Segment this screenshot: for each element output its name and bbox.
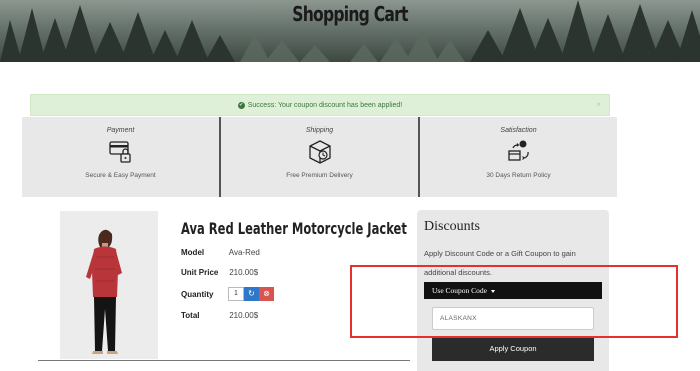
product-model-row: Model Ava-Red	[181, 248, 260, 257]
feature-satisfaction: Satisfaction 30 Days Return Policy	[418, 117, 617, 197]
model-jacket-photo	[60, 211, 158, 359]
feature-payment: Payment Secure & Easy Payment	[22, 117, 219, 197]
model-value: Ava-Red	[228, 248, 260, 257]
product-total-row: Total 210.00$	[181, 311, 258, 320]
feature-description: 30 Days Return Policy	[486, 172, 551, 179]
product-quantity-row: Quantity	[181, 290, 227, 299]
remove-item-button[interactable]: ⊗	[259, 287, 274, 301]
success-alert: ✔ Success: Your coupon discount has been…	[30, 94, 610, 116]
page-banner: Shopping Cart	[0, 0, 700, 62]
divider	[38, 360, 410, 361]
remove-icon: ⊗	[263, 289, 270, 298]
update-quantity-button[interactable]: ↻	[244, 287, 259, 301]
feature-description: Secure & Easy Payment	[85, 172, 156, 179]
feature-title: Satisfaction	[500, 127, 537, 134]
quantity-control: 1 ↻ ⊗	[228, 287, 274, 301]
close-icon[interactable]: ×	[596, 100, 601, 109]
features-strip: Payment Secure & Easy Payment Shipping F…	[22, 117, 617, 197]
feature-shipping: Shipping Free Premium Delivery	[219, 117, 418, 197]
product-name[interactable]: Ava Red Leather Motorcycle Jacket	[181, 219, 407, 238]
highlight-box	[350, 265, 678, 338]
feature-title: Payment	[106, 127, 135, 134]
total-value: 210.00$	[229, 311, 259, 320]
apply-coupon-button[interactable]: Apply Coupon	[432, 337, 594, 361]
total-label: Total	[181, 311, 200, 320]
unit-price-label: Unit Price	[181, 268, 219, 277]
feature-title: Shipping	[305, 127, 334, 134]
product-price-row: Unit Price 210.00$	[181, 268, 258, 277]
discounts-title: Discounts	[424, 219, 480, 234]
alert-message: Success: Your coupon discount has been a…	[247, 101, 403, 109]
quantity-input[interactable]: 1	[228, 287, 244, 301]
page-title: Shopping Cart	[292, 2, 408, 26]
product-image[interactable]	[60, 211, 158, 359]
feature-description: Free Premium Delivery	[286, 172, 353, 179]
refresh-icon: ↻	[248, 289, 255, 298]
delivery-box-icon	[308, 140, 331, 164]
credit-card-lock-icon	[108, 141, 131, 163]
check-circle-icon: ✔	[237, 101, 245, 109]
quantity-label: Quantity	[181, 290, 214, 299]
unit-price-value: 210.00$	[229, 268, 259, 277]
model-label: Model	[181, 248, 205, 257]
return-box-icon	[507, 140, 529, 161]
